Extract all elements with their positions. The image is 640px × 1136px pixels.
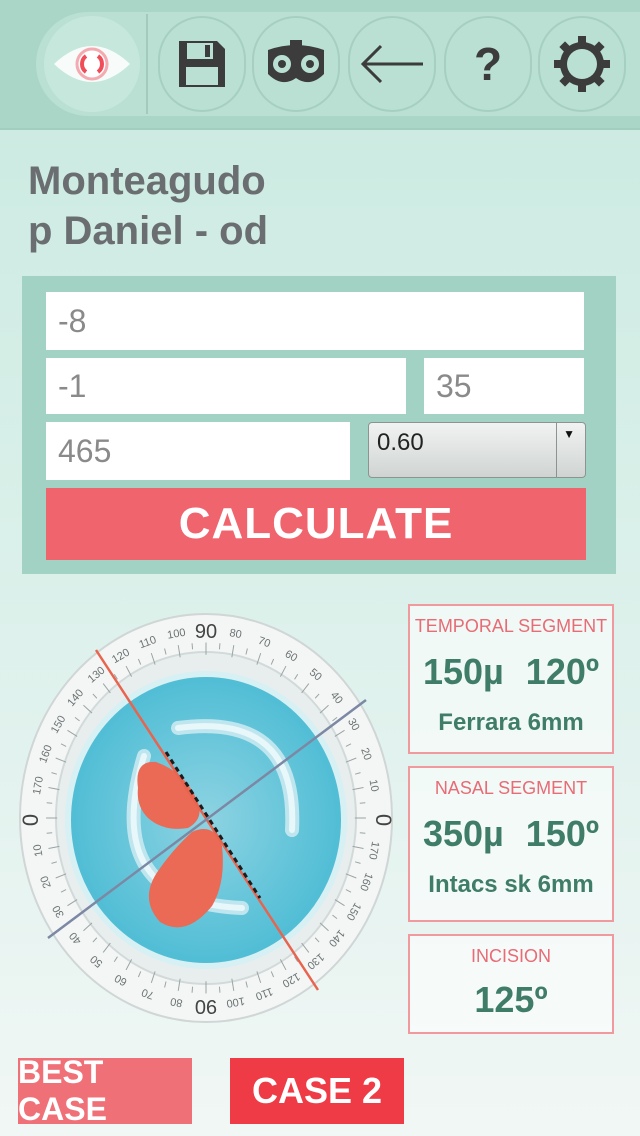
best-case-button[interactable]: BEST CASE	[18, 1054, 192, 1127]
dial-tick	[359, 832, 366, 834]
help-icon: ?	[473, 38, 503, 90]
cylinder-input[interactable]: -1	[46, 358, 406, 414]
dropdown-arrow-icon: ▼	[563, 427, 575, 441]
temporal-segment-card: TEMPORAL SEGMENT 150µ 120º Ferrara 6mm	[408, 604, 614, 754]
calculate-button[interactable]: CALCULATE	[46, 488, 586, 560]
toolbar-separator	[146, 14, 148, 114]
temporal-segment-title: TEMPORAL SEGMENT	[414, 616, 608, 636]
dial-label-top-90: 90	[195, 621, 217, 643]
dial-label-bottom-90: 90	[195, 995, 217, 1017]
dial-degree-label: 80	[228, 627, 242, 641]
case-2-button[interactable]: CASE 2	[230, 1058, 404, 1124]
sphere-input[interactable]: -8	[46, 292, 584, 350]
nasal-ring-type: Intacs sk 6mm	[428, 871, 594, 898]
temporal-thickness: 150µ	[422, 651, 504, 692]
patient-name: Monteagudo p Daniel - od	[28, 156, 588, 256]
select-divider	[556, 423, 557, 477]
gear-icon	[554, 36, 610, 92]
corneal-dial: 90 0 0 90 807060504030201010011012013014…	[18, 613, 396, 1023]
save-button[interactable]	[158, 16, 246, 112]
nasal-thickness: 350µ	[422, 813, 504, 854]
nasal-segment-title: NASAL SEGMENT	[434, 778, 588, 798]
dial-tick	[359, 802, 366, 804]
arrow-left-icon	[360, 44, 423, 84]
dial-tick	[46, 802, 53, 804]
save-icon	[179, 41, 225, 87]
patient-name-line1: Monteagudo	[28, 159, 266, 203]
input-panel: -8 -1 35 465 0.60 ▼ CALCULATE	[22, 276, 616, 574]
nasal-arc: 150º	[525, 813, 600, 854]
ratio-select-value: 0.60	[377, 429, 424, 456]
back-button[interactable]	[348, 16, 436, 112]
toolbar: ?	[0, 0, 640, 130]
home-button[interactable]	[44, 16, 140, 112]
temporal-segment-values: 150µ 120º	[410, 651, 612, 693]
incision-value: 125º	[474, 979, 548, 1020]
phoropter-button[interactable]	[252, 16, 340, 112]
phoropter-icon	[268, 40, 324, 83]
pachymetry-input[interactable]: 465	[46, 422, 350, 480]
temporal-ring-type: Ferrara 6mm	[438, 709, 584, 736]
dial-tick	[46, 832, 53, 834]
incision-title: INCISION	[470, 946, 551, 966]
nasal-segment-values: 350µ 150º	[410, 813, 612, 855]
settings-button[interactable]	[538, 16, 626, 112]
dial-degree-label: 10	[367, 779, 381, 793]
dial-degree-label: 80	[169, 995, 183, 1009]
eye-logo-icon	[54, 46, 130, 82]
help-button[interactable]: ?	[444, 16, 532, 112]
dial-label-right-0: 0	[371, 814, 396, 826]
temporal-arc: 120º	[525, 651, 600, 692]
incision-card: INCISION 125º	[408, 934, 614, 1034]
patient-name-line2: p Daniel - od	[28, 209, 268, 253]
axis-input[interactable]: 35	[424, 358, 584, 414]
dial-label-left-0: 0	[18, 814, 43, 826]
ratio-select[interactable]: 0.60 ▼	[368, 422, 586, 478]
nasal-segment-card: NASAL SEGMENT 350µ 150º Intacs sk 6mm	[408, 766, 614, 922]
dial-degree-label: 10	[31, 843, 45, 857]
